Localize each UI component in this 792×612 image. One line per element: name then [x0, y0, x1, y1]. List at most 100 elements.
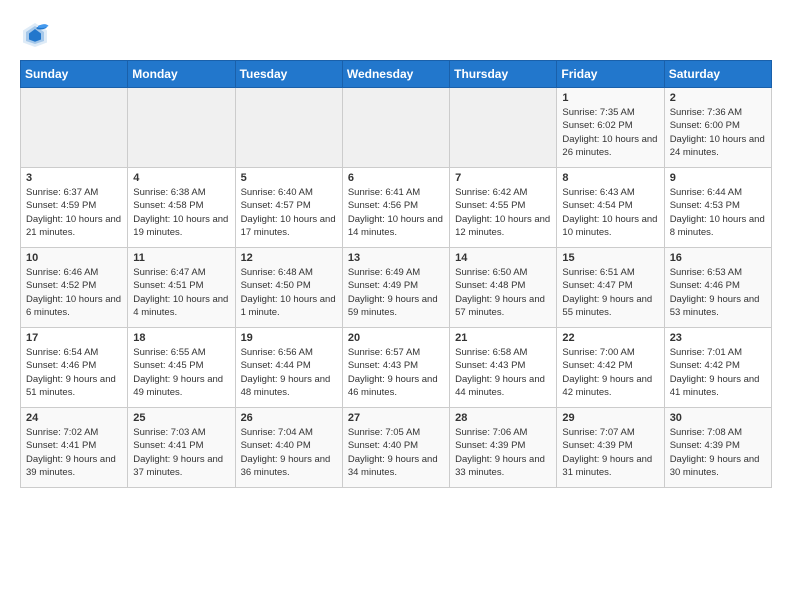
day-info: Sunrise: 6:48 AM Sunset: 4:50 PM Dayligh… [241, 266, 337, 319]
day-info: Sunrise: 7:00 AM Sunset: 4:42 PM Dayligh… [562, 346, 658, 399]
day-number: 21 [455, 332, 551, 344]
day-info: Sunrise: 6:47 AM Sunset: 4:51 PM Dayligh… [133, 266, 229, 319]
calendar-cell: 25 Sunrise: 7:03 AM Sunset: 4:41 PM Dayli… [128, 408, 235, 488]
calendar-cell: 21Sunrise: 6:58 AM Sunset: 4:43 PM Dayli… [450, 328, 557, 408]
calendar-cell: 10 Sunrise: 6:46 AM Sunset: 4:52 PM Dayli… [21, 248, 128, 328]
calendar-cell: 20 Sunrise: 6:57 AM Sunset: 4:43 PM Dayli… [342, 328, 449, 408]
calendar-cell: 19 Sunrise: 6:56 AM Sunset: 4:44 PM Dayli… [235, 328, 342, 408]
day-number: 17 [26, 332, 122, 344]
day-number: 24 [26, 412, 122, 424]
calendar-cell: 16 Sunrise: 6:53 AM Sunset: 4:46 PM Dayli… [664, 248, 771, 328]
day-info: Sunrise: 6:46 AM Sunset: 4:52 PM Dayligh… [26, 266, 122, 319]
day-number: 26 [241, 412, 337, 424]
day-info: Sunrise: 7:36 AM Sunset: 6:00 PM Dayligh… [670, 106, 766, 159]
calendar-cell: 7 Sunrise: 6:42 AM Sunset: 4:55 PM Daylig… [450, 168, 557, 248]
day-number: 13 [348, 252, 444, 264]
weekday-header: Saturday [664, 61, 771, 88]
day-info: Sunrise: 6:53 AM Sunset: 4:46 PM Dayligh… [670, 266, 766, 319]
day-info: Sunrise: 6:41 AM Sunset: 4:56 PM Dayligh… [348, 186, 444, 239]
day-number: 19 [241, 332, 337, 344]
day-info: Sunrise: 6:54 AM Sunset: 4:46 PM Dayligh… [26, 346, 122, 399]
calendar-week-row: 3 Sunrise: 6:37 AM Sunset: 4:59 PM Daylig… [21, 168, 772, 248]
day-number: 6 [348, 172, 444, 184]
calendar-cell: 12Sunrise: 6:48 AM Sunset: 4:50 PM Dayli… [235, 248, 342, 328]
day-info: Sunrise: 7:02 AM Sunset: 4:41 PM Dayligh… [26, 426, 122, 479]
calendar-cell: 18 Sunrise: 6:55 AM Sunset: 4:45 PM Dayli… [128, 328, 235, 408]
calendar-week-row: 17 Sunrise: 6:54 AM Sunset: 4:46 PM Dayli… [21, 328, 772, 408]
day-number: 14 [455, 252, 551, 264]
calendar-cell: 6 Sunrise: 6:41 AM Sunset: 4:56 PM Daylig… [342, 168, 449, 248]
calendar-week-row: 1 Sunrise: 7:35 AM Sunset: 6:02 PM Daylig… [21, 88, 772, 168]
day-number: 11 [133, 252, 229, 264]
page: SundayMondayTuesdayWednesdayThursdayFrid… [0, 0, 792, 504]
calendar-cell: 8 Sunrise: 6:43 AM Sunset: 4:54 PM Daylig… [557, 168, 664, 248]
day-number: 22 [562, 332, 658, 344]
day-info: Sunrise: 6:44 AM Sunset: 4:53 PM Dayligh… [670, 186, 766, 239]
day-number: 25 [133, 412, 229, 424]
calendar-cell: 30Sunrise: 7:08 AM Sunset: 4:39 PM Dayli… [664, 408, 771, 488]
day-info: Sunrise: 6:57 AM Sunset: 4:43 PM Dayligh… [348, 346, 444, 399]
calendar-cell: 1 Sunrise: 7:35 AM Sunset: 6:02 PM Daylig… [557, 88, 664, 168]
day-info: Sunrise: 6:37 AM Sunset: 4:59 PM Dayligh… [26, 186, 122, 239]
calendar-cell: 27 Sunrise: 7:05 AM Sunset: 4:40 PM Dayli… [342, 408, 449, 488]
logo [20, 20, 54, 50]
calendar-cell: 5 Sunrise: 6:40 AM Sunset: 4:57 PM Daylig… [235, 168, 342, 248]
calendar-week-row: 24 Sunrise: 7:02 AM Sunset: 4:41 PM Dayli… [21, 408, 772, 488]
day-info: Sunrise: 6:49 AM Sunset: 4:49 PM Dayligh… [348, 266, 444, 319]
day-number: 27 [348, 412, 444, 424]
calendar-cell [450, 88, 557, 168]
day-number: 8 [562, 172, 658, 184]
day-info: Sunrise: 6:56 AM Sunset: 4:44 PM Dayligh… [241, 346, 337, 399]
day-number: 29 [562, 412, 658, 424]
calendar-cell [128, 88, 235, 168]
weekday-header: Tuesday [235, 61, 342, 88]
day-number: 3 [26, 172, 122, 184]
day-number: 7 [455, 172, 551, 184]
day-info: Sunrise: 6:38 AM Sunset: 4:58 PM Dayligh… [133, 186, 229, 239]
calendar-cell: 4Sunrise: 6:38 AM Sunset: 4:58 PM Daylig… [128, 168, 235, 248]
calendar-cell: 14 Sunrise: 6:50 AM Sunset: 4:48 PM Dayli… [450, 248, 557, 328]
day-number: 18 [133, 332, 229, 344]
day-info: Sunrise: 7:07 AM Sunset: 4:39 PM Dayligh… [562, 426, 658, 479]
calendar-cell: 26Sunrise: 7:04 AM Sunset: 4:40 PM Dayli… [235, 408, 342, 488]
day-info: Sunrise: 7:01 AM Sunset: 4:42 PM Dayligh… [670, 346, 766, 399]
calendar-cell: 11 Sunrise: 6:47 AM Sunset: 4:51 PM Dayli… [128, 248, 235, 328]
day-info: Sunrise: 6:55 AM Sunset: 4:45 PM Dayligh… [133, 346, 229, 399]
day-info: Sunrise: 6:42 AM Sunset: 4:55 PM Dayligh… [455, 186, 551, 239]
day-number: 28 [455, 412, 551, 424]
weekday-header-row: SundayMondayTuesdayWednesdayThursdayFrid… [21, 61, 772, 88]
calendar-cell: 15 Sunrise: 6:51 AM Sunset: 4:47 PM Dayli… [557, 248, 664, 328]
calendar-cell: 13 Sunrise: 6:49 AM Sunset: 4:49 PM Dayli… [342, 248, 449, 328]
calendar-table: SundayMondayTuesdayWednesdayThursdayFrid… [20, 60, 772, 488]
day-info: Sunrise: 6:51 AM Sunset: 4:47 PM Dayligh… [562, 266, 658, 319]
calendar-cell [342, 88, 449, 168]
day-info: Sunrise: 7:06 AM Sunset: 4:39 PM Dayligh… [455, 426, 551, 479]
day-number: 16 [670, 252, 766, 264]
calendar-cell: 2Sunrise: 7:36 AM Sunset: 6:00 PM Daylig… [664, 88, 771, 168]
day-info: Sunrise: 7:05 AM Sunset: 4:40 PM Dayligh… [348, 426, 444, 479]
day-number: 9 [670, 172, 766, 184]
calendar-cell: 22 Sunrise: 7:00 AM Sunset: 4:42 PM Dayli… [557, 328, 664, 408]
header [20, 16, 772, 50]
calendar-cell: 3 Sunrise: 6:37 AM Sunset: 4:59 PM Daylig… [21, 168, 128, 248]
day-number: 23 [670, 332, 766, 344]
day-info: Sunrise: 7:03 AM Sunset: 4:41 PM Dayligh… [133, 426, 229, 479]
weekday-header: Thursday [450, 61, 557, 88]
day-number: 10 [26, 252, 122, 264]
weekday-header: Friday [557, 61, 664, 88]
weekday-header: Wednesday [342, 61, 449, 88]
day-info: Sunrise: 6:40 AM Sunset: 4:57 PM Dayligh… [241, 186, 337, 239]
day-number: 20 [348, 332, 444, 344]
day-info: Sunrise: 6:50 AM Sunset: 4:48 PM Dayligh… [455, 266, 551, 319]
weekday-header: Monday [128, 61, 235, 88]
calendar-cell [21, 88, 128, 168]
day-info: Sunrise: 7:35 AM Sunset: 6:02 PM Dayligh… [562, 106, 658, 159]
day-number: 1 [562, 92, 658, 104]
calendar-week-row: 10 Sunrise: 6:46 AM Sunset: 4:52 PM Dayli… [21, 248, 772, 328]
day-info: Sunrise: 6:43 AM Sunset: 4:54 PM Dayligh… [562, 186, 658, 239]
day-number: 5 [241, 172, 337, 184]
calendar-cell: 9 Sunrise: 6:44 AM Sunset: 4:53 PM Daylig… [664, 168, 771, 248]
day-number: 30 [670, 412, 766, 424]
calendar-cell: 29 Sunrise: 7:07 AM Sunset: 4:39 PM Dayli… [557, 408, 664, 488]
day-number: 15 [562, 252, 658, 264]
